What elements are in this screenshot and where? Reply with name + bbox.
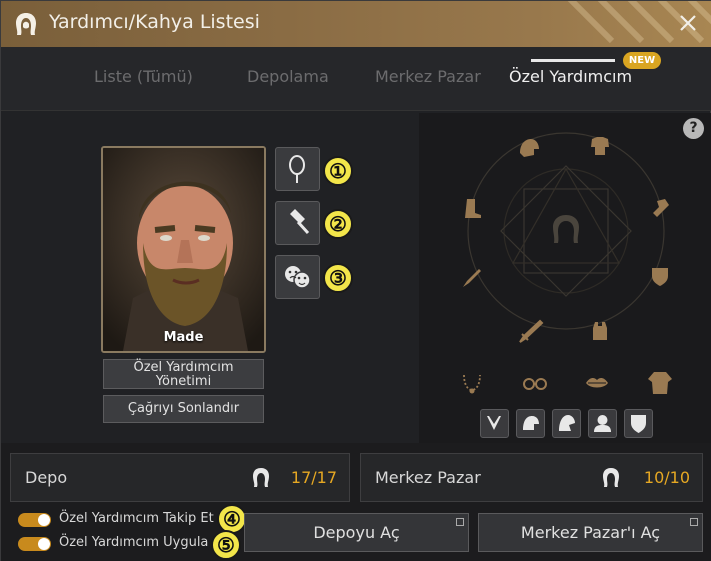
callout-badge-2: ② [323,209,353,239]
title-bar: Yardımcı/Kahya Listesi [1,1,711,47]
follow-toggle-row: Özel Yardımcım Takip Et [18,510,248,530]
expand-corner-icon [456,518,464,526]
apply-toggle[interactable] [18,537,51,551]
helmet-icon[interactable] [516,135,542,161]
gloves-icon[interactable] [647,195,673,221]
open-market-label: Merkez Pazar'ı Aç [520,523,661,542]
active-tab-indicator [531,59,615,62]
market-count: 10/10 [643,468,690,487]
sword-icon[interactable] [516,318,544,346]
necklace-icon[interactable] [459,370,485,396]
servant-icon [253,468,269,487]
apply-toggle-label: Özel Yardımcım Uygula [59,535,209,550]
vest-icon[interactable] [587,318,613,344]
depo-count: 17/17 [290,468,337,487]
mirror-button[interactable] [275,147,320,191]
tab-bar: Liste (Tümü) Depolama Merkez Pazar Özel … [1,47,711,111]
costume-slot-2[interactable] [516,409,545,438]
tab-storage[interactable]: Depolama [247,67,329,86]
servant-logo-icon [16,13,36,35]
servant-portrait: Made [101,146,266,353]
hammer-button[interactable] [275,201,320,245]
market-label: Merkez Pazar [375,468,481,487]
costume-slot-5[interactable] [624,409,653,438]
equipment-panel [419,113,711,443]
toggle-knob [38,538,50,550]
depo-label: Depo [25,468,68,487]
window-title: Yardımcı/Kahya Listesi [49,11,260,33]
callout-badge-5: ⑤ [211,530,241,560]
costume-slot-3[interactable] [552,409,581,438]
tab-my-servant[interactable]: Özel Yardımcım [509,67,632,86]
follow-toggle[interactable] [18,513,51,527]
glasses-icon[interactable] [521,374,549,394]
servant-icon [603,468,619,487]
lips-icon[interactable] [583,372,611,394]
chest-armor-icon[interactable] [587,133,613,159]
costume-slot-4[interactable] [588,409,617,438]
help-icon[interactable]: ? [683,118,704,139]
tab-list-all[interactable]: Liste (Tümü) [94,67,193,86]
depo-box: Depo 17/17 [10,453,350,502]
outfit-icon[interactable] [646,369,674,397]
follow-toggle-label: Özel Yardımcım Takip Et [59,511,214,526]
end-call-button[interactable]: Çağrıyı Sonlandır [103,395,264,423]
new-badge: NEW [623,52,661,69]
callout-badge-3: ③ [323,263,353,293]
window: Yardımcı/Kahya Listesi Liste (Tümü) Depo… [0,0,711,561]
hammer-icon [290,209,310,235]
costume-d-icon [594,415,611,432]
costume-e-icon [631,415,646,433]
costume-c-icon [559,415,575,431]
toggle-knob [38,514,50,526]
expand-corner-icon [690,518,698,526]
costume-slot-1[interactable] [480,409,509,438]
costume-b-icon [523,416,539,430]
open-depot-button[interactable]: Depoyu Aç [244,513,469,552]
mirror-icon [289,155,305,183]
market-box: Merkez Pazar 10/10 [360,453,703,502]
shield-icon[interactable] [647,263,673,289]
servant-face-image [103,148,264,351]
open-market-button[interactable]: Merkez Pazar'ı Aç [478,513,703,552]
emotion-button[interactable] [275,255,320,299]
boots-icon[interactable] [459,195,485,221]
costume-a-icon [487,416,501,430]
emotion-masks-icon [285,266,311,289]
dagger-icon[interactable] [459,265,485,291]
servant-name: Made [163,330,204,345]
manage-servant-button[interactable]: Özel Yardımcım Yönetimi [103,359,264,389]
tab-central-market[interactable]: Merkez Pazar [375,67,481,86]
open-depot-label: Depoyu Aç [313,523,400,542]
callout-badge-1: ① [323,156,353,186]
close-icon[interactable] [676,11,700,35]
